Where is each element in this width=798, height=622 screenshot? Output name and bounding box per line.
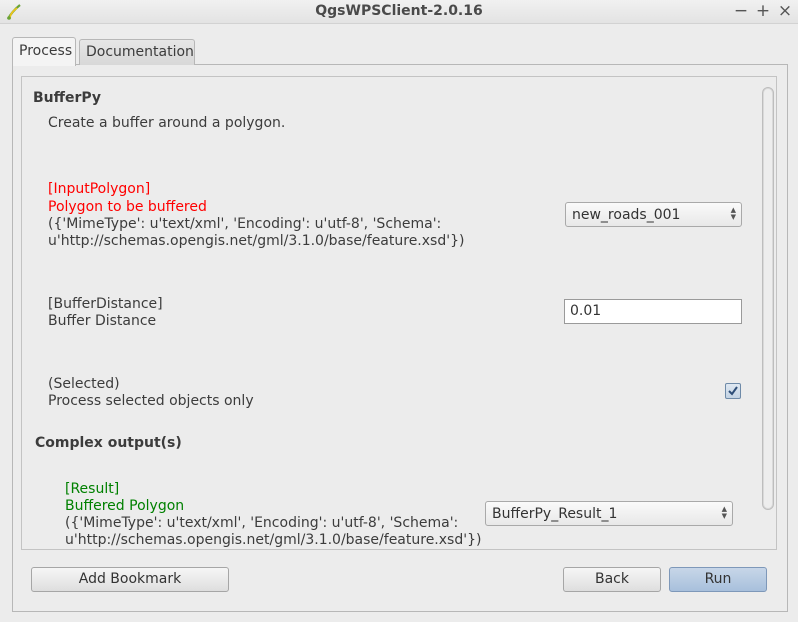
minimize-icon[interactable]: −: [733, 1, 749, 21]
result-mime-line2: u'http://schemas.opengis.net/gml/3.1.0/b…: [65, 532, 482, 548]
tab-process[interactable]: Process: [12, 37, 76, 66]
buffer-distance-input[interactable]: 0.01: [564, 299, 742, 324]
result-id: [Result]: [65, 481, 120, 497]
process-name: BufferPy: [33, 90, 102, 106]
up-down-arrows-icon: ▲ ▼: [721, 505, 727, 520]
run-button[interactable]: Run: [669, 567, 767, 592]
input-polygon-mime-line2: u'http://schemas.opengis.net/gml/3.1.0/b…: [48, 233, 465, 249]
scrollbar-thumb[interactable]: [764, 89, 772, 508]
selected-only-checkbox[interactable]: [725, 383, 741, 399]
result-mime-line1: ({'MimeType': u'text/xml', 'Encoding': u…: [65, 515, 459, 531]
window-title: QgsWPSClient-2.0.16: [315, 3, 483, 19]
input-polygon-select-value: new_roads_001: [572, 207, 681, 223]
buffer-distance-value: 0.01: [570, 303, 602, 319]
add-bookmark-button[interactable]: Add Bookmark: [31, 567, 229, 592]
close-icon[interactable]: ×: [777, 1, 793, 21]
input-polygon-select[interactable]: new_roads_001 ▲ ▼: [565, 202, 742, 227]
vertical-scrollbar[interactable]: [762, 87, 774, 510]
maximize-icon[interactable]: +: [755, 1, 771, 21]
selected-title: Process selected objects only: [48, 393, 254, 409]
up-down-arrows-icon: ▲ ▼: [730, 206, 736, 221]
selected-id: (Selected): [48, 376, 120, 392]
back-button[interactable]: Back: [563, 567, 661, 592]
title-bar: QgsWPSClient-2.0.16 − + ×: [0, 0, 798, 24]
tab-process-label: Process: [19, 43, 73, 59]
buffer-distance-title: Buffer Distance: [48, 313, 157, 329]
result-output-select[interactable]: BufferPy_Result_1 ▲ ▼: [485, 501, 733, 526]
tab-documentation[interactable]: Documentation: [79, 39, 195, 65]
input-polygon-title: Polygon to be buffered: [48, 199, 207, 215]
result-output-select-value: BufferPy_Result_1: [492, 506, 618, 522]
buffer-distance-id: [BufferDistance]: [48, 296, 163, 312]
checkmark-icon: [728, 386, 738, 396]
process-description: Create a buffer around a polygon.: [48, 115, 286, 131]
input-polygon-id: [InputPolygon]: [48, 181, 151, 197]
result-title: Buffered Polygon: [65, 498, 185, 514]
tab-documentation-label: Documentation: [86, 44, 194, 60]
complex-outputs-heading: Complex output(s): [35, 435, 182, 451]
input-polygon-mime-line1: ({'MimeType': u'text/xml', 'Encoding': u…: [48, 216, 442, 232]
